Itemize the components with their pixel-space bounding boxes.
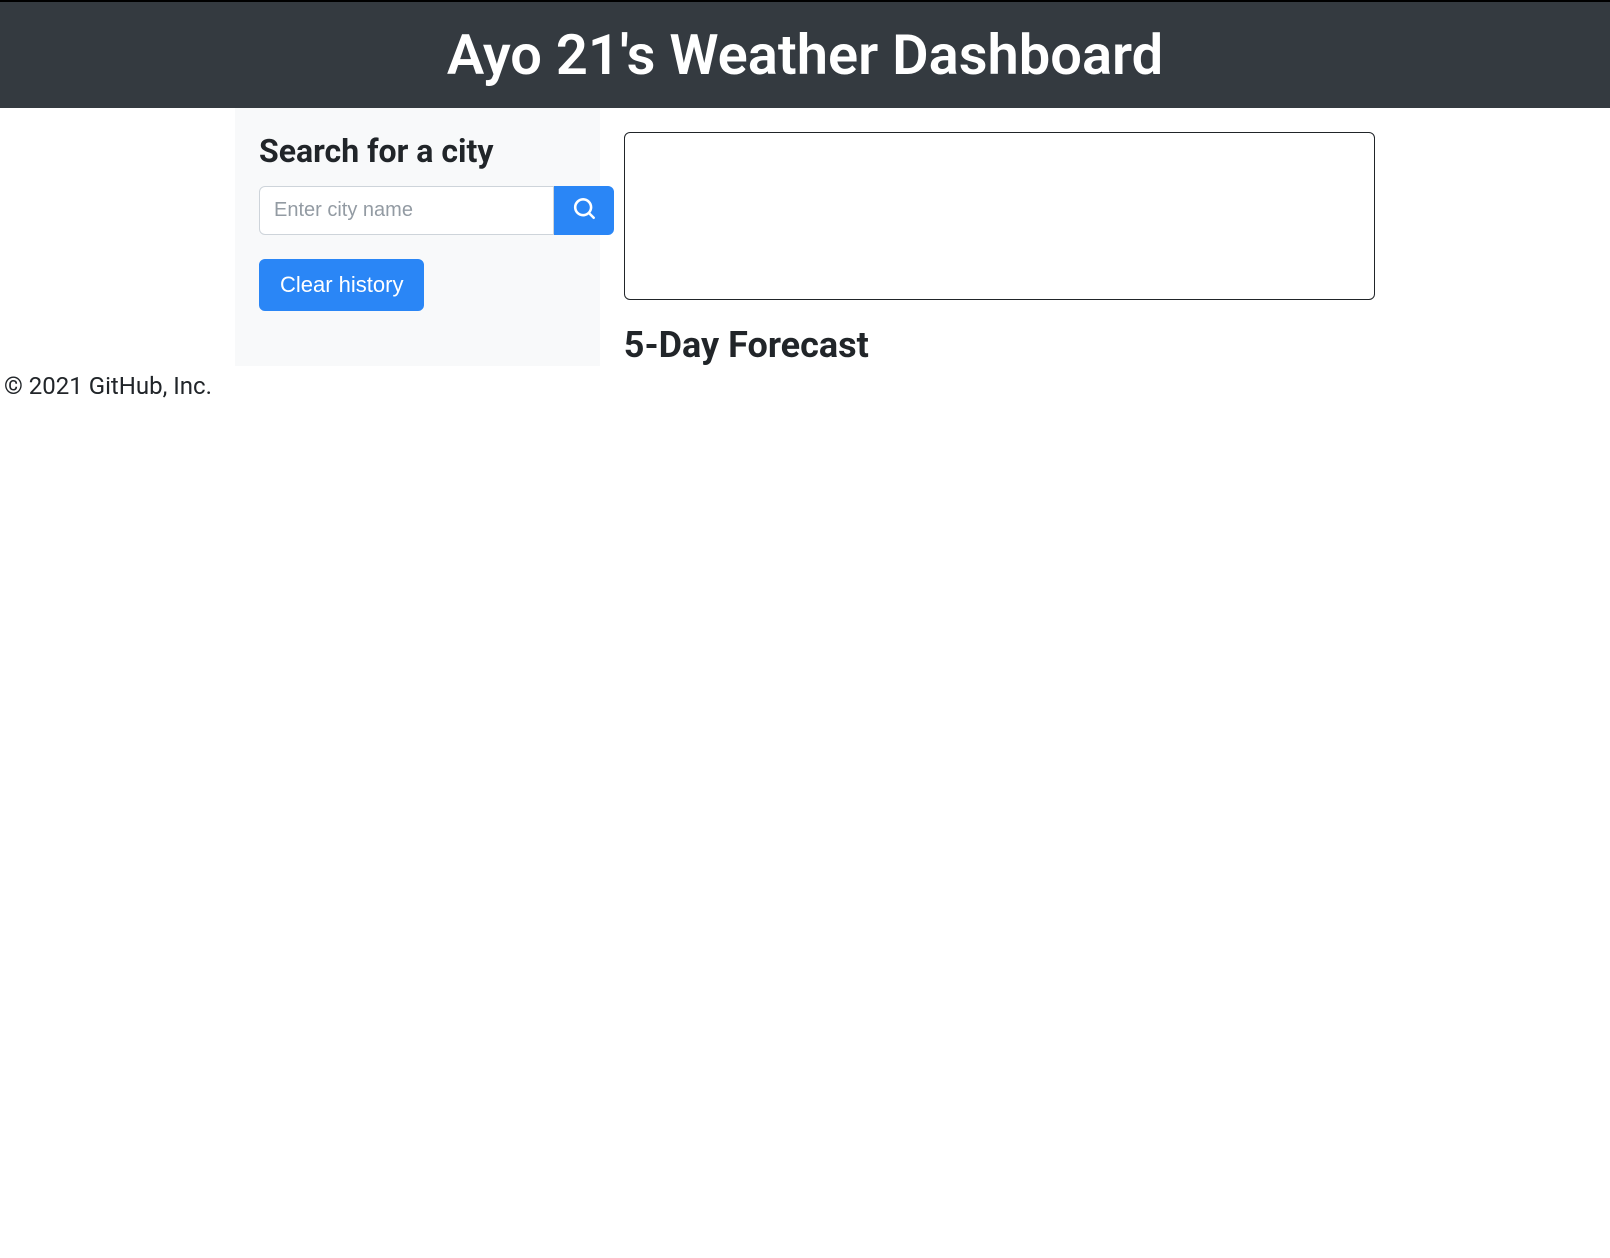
copyright-text: © 2021 GitHub, Inc. (4, 372, 212, 400)
search-input-group (259, 186, 576, 235)
main-content: 5-Day Forecast (624, 108, 1375, 366)
main-container: Search for a city Clear history 5-Day Fo… (235, 108, 1375, 366)
page-title: Ayo 21's Weather Dashboard (0, 22, 1610, 88)
clear-history-button[interactable]: Clear history (259, 259, 424, 311)
app-header: Ayo 21's Weather Dashboard (0, 0, 1610, 108)
search-heading: Search for a city (259, 132, 576, 170)
search-icon (573, 198, 595, 223)
footer: © 2021 GitHub, Inc. (0, 366, 1610, 406)
search-sidebar: Search for a city Clear history (235, 108, 600, 366)
forecast-heading: 5-Day Forecast (624, 324, 1375, 366)
city-input[interactable] (259, 186, 554, 235)
current-weather-card (624, 132, 1375, 300)
search-button[interactable] (554, 186, 614, 235)
